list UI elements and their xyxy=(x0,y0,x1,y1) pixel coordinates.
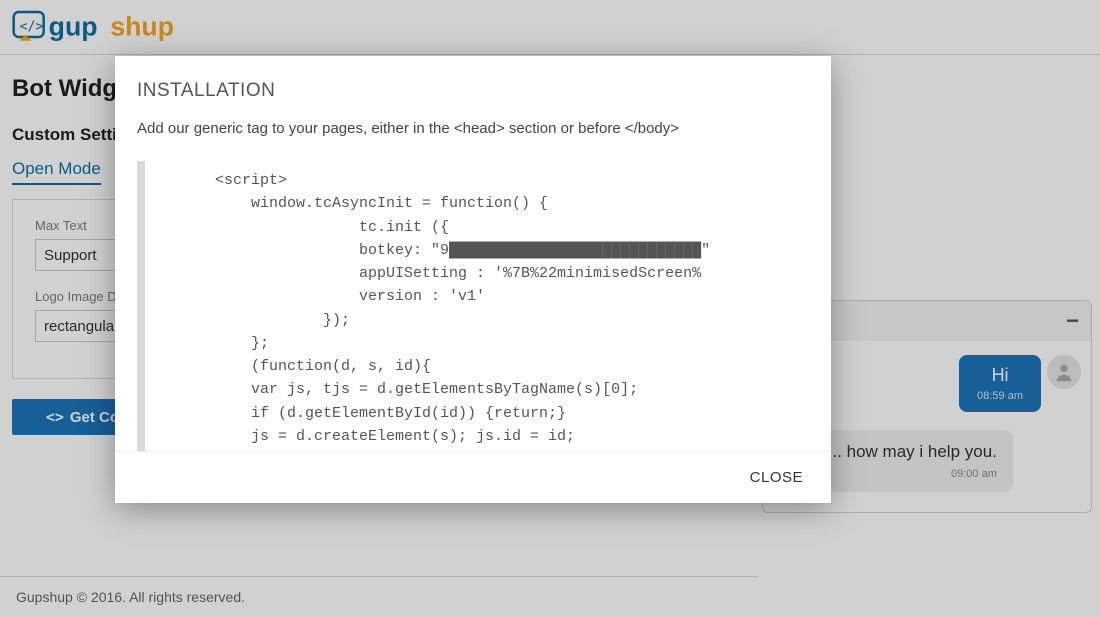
modal-scroll[interactable]: INSTALLATION Add our generic tag to your… xyxy=(115,56,831,451)
close-button[interactable]: CLOSE xyxy=(750,469,803,486)
modal-subtitle: Add our generic tag to your pages, eithe… xyxy=(137,120,809,137)
modal-title: INSTALLATION xyxy=(137,80,809,102)
code-block[interactable]: <script> window.tcAsyncInit = function()… xyxy=(137,161,809,451)
installation-modal: INSTALLATION Add our generic tag to your… xyxy=(115,56,831,503)
modal-footer: CLOSE xyxy=(115,451,831,503)
